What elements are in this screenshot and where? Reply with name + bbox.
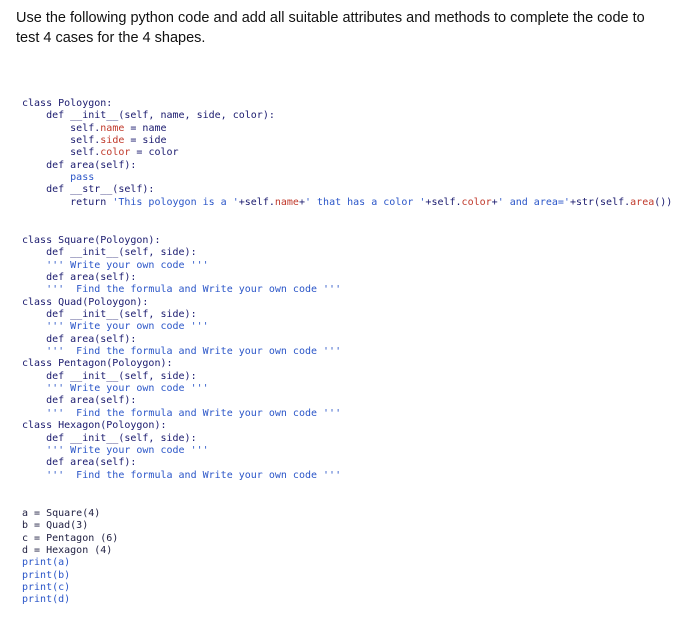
- code-line: def __str__(self):: [22, 184, 155, 196]
- code-line: def area(self):: [22, 272, 137, 284]
- code-comment: ''' Write your own code ''': [22, 383, 209, 395]
- code-comment: ''' Find the formula and Write your own …: [22, 469, 342, 481]
- code-line: print(b): [22, 569, 71, 581]
- code-line: class Hexagon(Poloygon):: [22, 420, 167, 432]
- code-line: def area(self):: [22, 457, 137, 469]
- code-line: def area(self):: [22, 159, 137, 171]
- code-comment: ''' Write your own code ''': [22, 444, 209, 456]
- code-comment: ''' Find the formula and Write your own …: [22, 284, 342, 296]
- question-text: Use the following python code and add al…: [16, 8, 676, 48]
- code-line: pass: [22, 172, 95, 184]
- code-line: class Pentagon(Poloygon):: [22, 358, 173, 370]
- code-line: a = Square(4): [22, 508, 101, 519]
- code-line: self.side = side: [22, 135, 167, 147]
- code-line: def area(self):: [22, 395, 137, 407]
- question-line-2: test 4 cases for the 4 shapes.: [16, 30, 206, 46]
- code-line: b = Quad(3): [22, 520, 89, 532]
- code-line: print(a): [22, 557, 71, 569]
- code-line: d = Hexagon (4): [22, 545, 113, 557]
- code-line: print(c): [22, 582, 71, 594]
- code-comment: ''' Write your own code ''': [22, 321, 209, 333]
- code-comment: ''' Find the formula and Write your own …: [22, 407, 342, 419]
- code-line: self.color = color: [22, 147, 179, 159]
- code-block-polygon-class: class Poloygon: def __init__(self, name,…: [22, 98, 672, 209]
- code-line: def area(self):: [22, 333, 137, 345]
- code-comment: ''' Write your own code ''': [22, 259, 209, 271]
- code-comment: ''' Find the formula and Write your own …: [22, 346, 342, 358]
- code-line: def __init__(self, side):: [22, 432, 197, 444]
- code-line: class Square(Poloygon):: [22, 235, 161, 246]
- code-line: def __init__(self, side):: [22, 370, 197, 382]
- code-line: c = Pentagon (6): [22, 532, 119, 544]
- code-line: class Poloygon:: [22, 98, 113, 109]
- code-line: return 'This poloygon is a '+self.name+'…: [22, 196, 673, 208]
- code-block-test-cases: a = Square(4) b = Quad(3) c = Pentagon (6)…: [22, 508, 118, 607]
- code-line: def __init__(self, side):: [22, 247, 197, 259]
- code-line: class Quad(Poloygon):: [22, 296, 149, 308]
- code-line: self.name = name: [22, 122, 167, 134]
- code-line: def __init__(self, name, side, color):: [22, 110, 275, 122]
- code-line: print(d): [22, 594, 71, 606]
- code-line: def __init__(self, side):: [22, 309, 197, 321]
- question-line-1: Use the following python code and add al…: [16, 10, 645, 26]
- code-block-subclasses: class Square(Poloygon): def __init__(sel…: [22, 235, 341, 482]
